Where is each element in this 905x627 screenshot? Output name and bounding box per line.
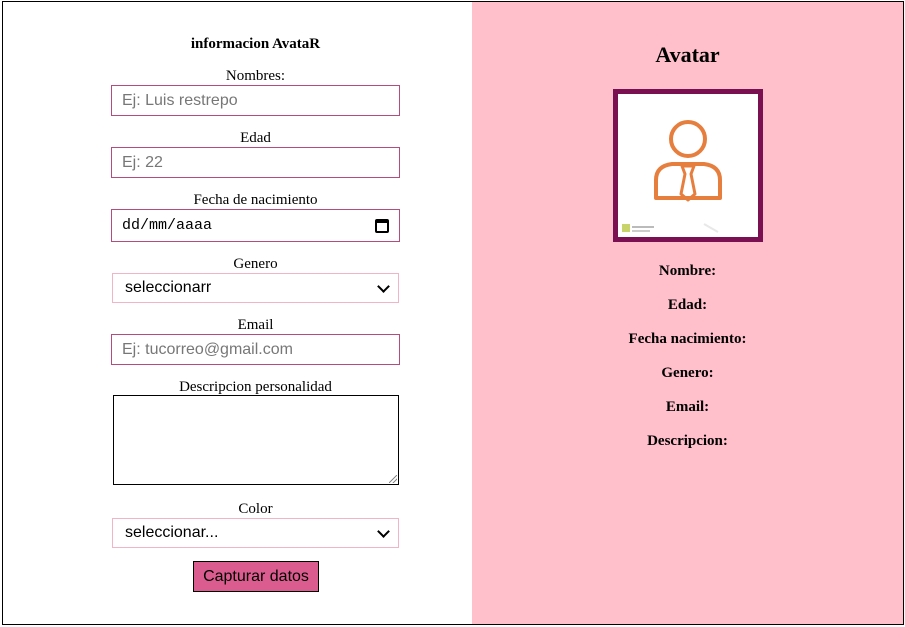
form-panel: informacion AvataR Nombres: Edad Fecha d… (3, 2, 472, 624)
avatar-image-frame (613, 89, 763, 242)
genero-label: Genero (233, 256, 278, 272)
color-select[interactable]: seleccionar... (112, 518, 399, 548)
email-input[interactable] (111, 334, 400, 365)
page-frame: informacion AvataR Nombres: Edad Fecha d… (2, 1, 904, 625)
email-label: Email (237, 317, 274, 333)
color-label: Color (238, 501, 273, 517)
fecha-date-value: dd/mm/aaaa (122, 217, 213, 234)
avatar-email-field: Email: (665, 399, 710, 415)
edad-input[interactable] (111, 147, 400, 178)
avatar-title: Avatar (655, 42, 720, 67)
descripcion-textarea[interactable] (113, 395, 399, 485)
calendar-icon[interactable] (375, 218, 389, 233)
avatar-genero-field: Genero: (661, 365, 714, 381)
avatar-panel: Avatar Nombre: Edad: Fecha nacimiento: G… (472, 2, 903, 624)
avatar-fecha-field: Fecha nacimiento: (628, 331, 747, 347)
genero-selected-value: seleccionarr (125, 279, 212, 296)
avatar-edad-field: Edad: (667, 297, 708, 313)
form-title: informacion AvataR (190, 36, 321, 52)
chevron-down-icon (377, 279, 390, 293)
chevron-down-icon (377, 524, 390, 538)
descripcion-label: Descripcion personalidad (179, 379, 332, 395)
fecha-label: Fecha de nacimiento (193, 192, 318, 208)
fecha-date-input[interactable]: dd/mm/aaaa (111, 209, 400, 242)
avatar-descripcion-field: Descripcion: (647, 433, 728, 449)
color-selected-value: seleccionar... (125, 524, 219, 541)
avatar-image (618, 94, 758, 237)
user-avatar-icon (622, 120, 722, 233)
capturar-datos-button[interactable]: Capturar datos (193, 561, 319, 592)
genero-select[interactable]: seleccionarr (112, 273, 399, 303)
edad-label: Edad (240, 130, 271, 146)
nombres-label: Nombres: (225, 68, 286, 84)
avatar-nombre-field: Nombre: (658, 263, 717, 279)
resize-grip-icon[interactable] (389, 475, 397, 483)
nombres-input[interactable] (111, 85, 400, 116)
